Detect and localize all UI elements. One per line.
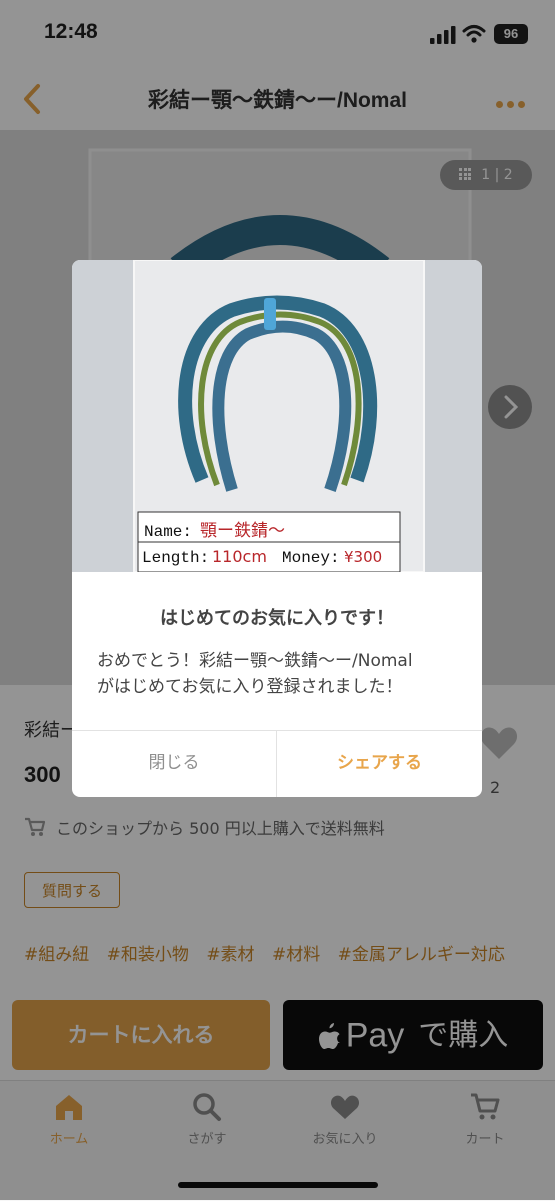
product-photo-art: Name: 顎ー鉄錆〜 Length: 110cm Money: ¥300 [72, 260, 482, 572]
dialog-message: おめでとう！彩結ー顎〜鉄錆〜ー/Nomal がはじめてお気に入り登録されました！ [97, 651, 413, 697]
photo-label-money-key: Money: [282, 549, 340, 567]
photo-label-length-val: 110cm [212, 547, 267, 566]
photo-label-length-key: Length: [142, 549, 209, 567]
photo-label-money-val: ¥300 [344, 548, 382, 566]
share-button[interactable]: シェアする [277, 730, 482, 797]
dialog-product-image: Name: 顎ー鉄錆〜 Length: 110cm Money: ¥300 [72, 260, 482, 572]
photo-label-name-key: Name: [144, 523, 192, 541]
photo-label-name-val: 顎ー鉄錆〜 [200, 521, 285, 541]
close-button[interactable]: 閉じる [72, 730, 276, 797]
dialog-title: はじめてのお気に入りです！ [160, 608, 394, 629]
first-favorite-dialog: Name: 顎ー鉄錆〜 Length: 110cm Money: ¥300 はじ… [72, 260, 482, 797]
